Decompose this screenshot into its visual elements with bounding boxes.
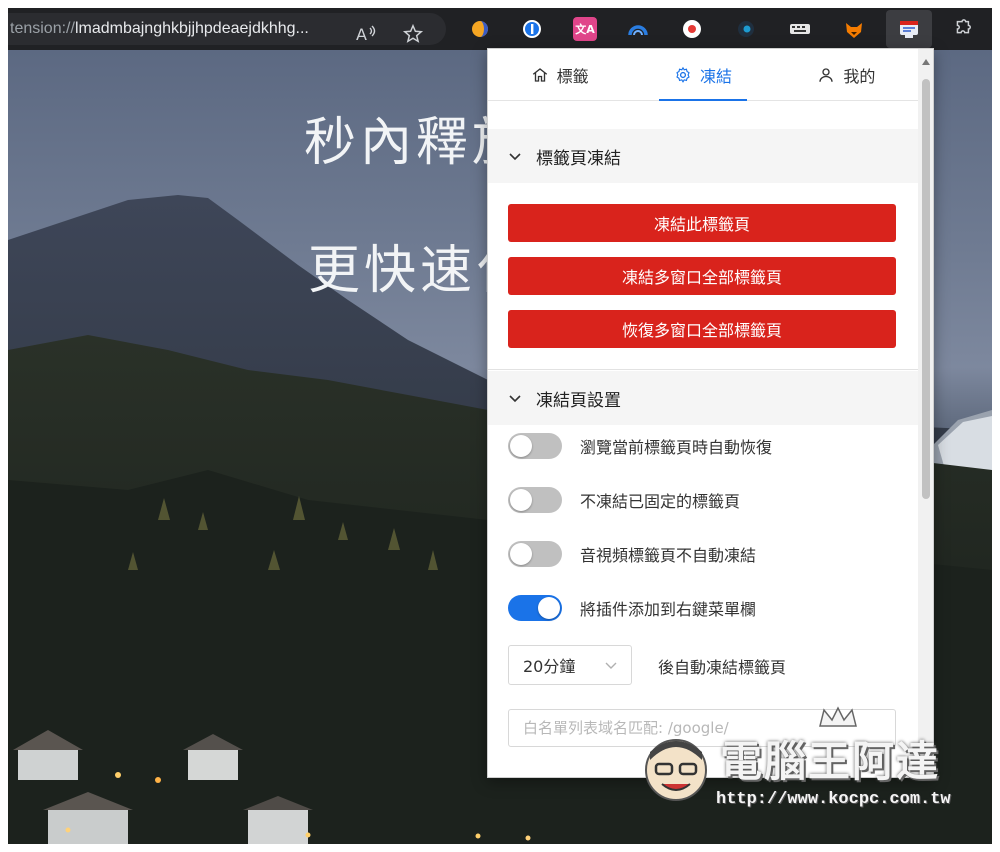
- browser-toolbar: tension://lmadmbajnghkbjjhpdeaejdkhhg...…: [8, 8, 992, 50]
- tab-tags-label: 標籤: [556, 66, 589, 86]
- freeze-delay-value: 20分鐘: [523, 657, 576, 676]
- tab-freeze-label: 凍結: [699, 66, 732, 86]
- url-text[interactable]: tension://lmadmbajnghkbjjhpdeaejdkhhg...: [8, 20, 338, 38]
- tab-mine[interactable]: 我的: [775, 49, 918, 100]
- freeze-this-tab-button[interactable]: 凍結此標籤頁: [508, 204, 896, 242]
- setting-skip-pinned: 不凍結已固定的標籤頁: [508, 486, 908, 514]
- popup-tabs: 標籤 凍結 我的: [488, 49, 918, 101]
- read-aloud-icon[interactable]: A: [352, 20, 380, 48]
- setting-context-menu: 將插件添加到右鍵菜單欄: [508, 594, 908, 622]
- ext-fox-icon[interactable]: [842, 17, 866, 41]
- extension-popup: 標籤 凍結 我的 標籤頁凍結 凍結此標籤頁 凍結多窗口全部標籤頁 恢復多窗口全部…: [487, 48, 934, 778]
- address-bar[interactable]: tension://lmadmbajnghkbjjhpdeaejdkhhg...…: [8, 13, 446, 45]
- section-divider: [488, 369, 918, 370]
- section-tab-freeze-title: 標籤頁凍結: [536, 148, 621, 169]
- freeze-delay-select[interactable]: 20分鐘: [508, 645, 632, 685]
- ext-dark-icon[interactable]: [734, 17, 758, 41]
- watermark-url: http://www.kocpc.com.tw: [716, 790, 951, 809]
- watermark-text: 電腦王阿達: [720, 737, 941, 786]
- ext-orange-icon[interactable]: [468, 17, 492, 41]
- home-icon: [532, 67, 547, 82]
- gear-icon: [676, 66, 690, 83]
- site-watermark: 電腦王阿達 http://www.kocpc.com.tw: [632, 706, 962, 826]
- auto-restore-label: 瀏覽當前標籤頁時自動恢復: [580, 438, 773, 457]
- skip-media-label: 音視頻標籤頁不自動凍結: [580, 546, 757, 565]
- chevron-down-icon: [605, 662, 617, 669]
- context-menu-label: 將插件添加到右鍵菜單欄: [580, 600, 757, 619]
- section-freeze-settings-title: 凍結頁設置: [536, 390, 621, 411]
- scrollbar-thumb[interactable]: [922, 79, 930, 499]
- skip-pinned-label: 不凍結已固定的標籤頁: [580, 492, 741, 511]
- setting-auto-restore: 瀏覽當前標籤頁時自動恢復: [508, 432, 908, 460]
- mascot-logo-icon: [645, 739, 707, 801]
- freeze-all-windows-button[interactable]: 凍結多窗口全部標籤頁: [508, 257, 896, 295]
- popup-scrollbar[interactable]: [918, 49, 933, 777]
- svg-text:A: A: [356, 25, 367, 44]
- user-icon: [819, 67, 833, 82]
- ext-arc-icon[interactable]: [626, 17, 650, 41]
- ext-freeze-tab-icon[interactable]: [897, 17, 921, 41]
- crown-icon: [819, 706, 857, 727]
- freeze-delay-suffix: 後自動凍結標籤頁: [658, 658, 787, 677]
- tab-tags[interactable]: 標籤: [488, 49, 631, 100]
- skip-pinned-toggle[interactable]: [508, 487, 562, 513]
- browser-window: 秒內釋放 更快速化 tension://lmadmbajnghkbjjhpdea…: [8, 8, 992, 844]
- auto-restore-toggle[interactable]: [508, 433, 562, 459]
- setting-skip-media: 音視頻標籤頁不自動凍結: [508, 540, 908, 568]
- restore-all-windows-button[interactable]: 恢復多窗口全部標籤頁: [508, 310, 896, 348]
- context-menu-toggle[interactable]: [508, 595, 562, 621]
- tab-freeze[interactable]: 凍結: [631, 49, 774, 101]
- ext-keyboard-icon[interactable]: [788, 17, 812, 41]
- chevron-down-icon: [509, 153, 521, 161]
- section-freeze-settings-header[interactable]: 凍結頁設置: [488, 371, 918, 425]
- section-tab-freeze-header[interactable]: 標籤頁凍結: [488, 129, 918, 183]
- ext-record-icon[interactable]: [680, 17, 704, 41]
- extensions-puzzle-icon[interactable]: [950, 17, 974, 41]
- ext-translate-icon[interactable]: 文A: [573, 17, 597, 41]
- tab-mine-label: 我的: [843, 66, 876, 86]
- scroll-up-arrow-icon[interactable]: [922, 59, 930, 65]
- chevron-down-icon: [509, 395, 521, 403]
- skip-media-toggle[interactable]: [508, 541, 562, 567]
- star-icon[interactable]: [399, 20, 427, 48]
- ext-1password-icon[interactable]: [520, 17, 544, 41]
